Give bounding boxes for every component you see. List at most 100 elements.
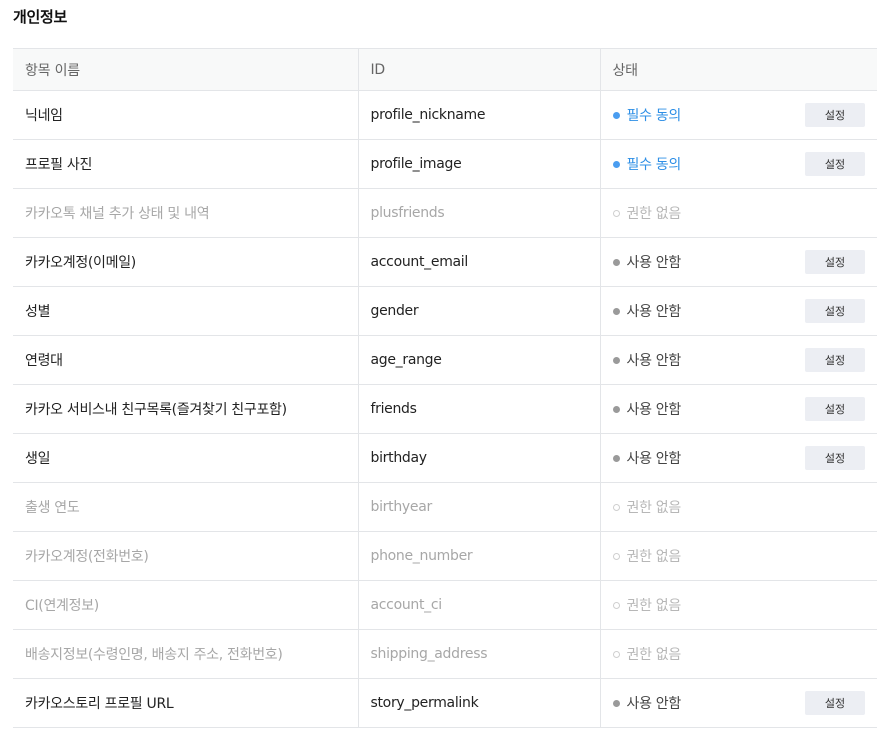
item-status-cell: 사용 안함 설정 [599,678,877,728]
status-wrap: 필수 동의 설정 [612,103,865,127]
status-dot-icon [612,405,620,413]
status-label: 사용 안함 [626,451,682,467]
setting-button[interactable]: 설정 [805,250,865,274]
status-wrap: 권한 없음 [612,203,866,223]
item-name: 출생 연도 [13,482,358,532]
status-wrap: 필수 동의 설정 [612,152,865,176]
item-status-cell: 필수 동의 설정 [599,139,877,189]
status-dot-icon [612,454,620,462]
item-status-cell: 사용 안함 설정 [599,433,877,483]
table-row: 닉네임 profile_nickname 필수 동의 설정 [13,90,877,140]
status-label: 사용 안함 [626,255,682,271]
item-id: account_email [357,237,600,287]
status-dot-icon [612,160,620,168]
empty-dot-icon [612,209,620,217]
status-label: 사용 안함 [626,696,682,712]
table-row: 프로필 사진 profile_image 필수 동의 설정 [13,139,877,189]
status-label: 권한 없음 [626,598,682,614]
column-header-status: 상태 [599,48,877,91]
setting-button[interactable]: 설정 [805,299,865,323]
status-label: 사용 안함 [626,304,682,320]
item-name: 닉네임 [13,90,358,140]
setting-button[interactable]: 설정 [805,103,865,127]
column-header-id: ID [357,48,600,91]
item-id: shipping_address [357,629,600,679]
item-name: 연령대 [13,335,358,385]
item-id: age_range [357,335,600,385]
status-label: 권한 없음 [626,647,682,663]
item-status-cell: 권한 없음 [599,629,877,679]
setting-button[interactable]: 설정 [805,152,865,176]
status-dot-icon [612,356,620,364]
table-row: 연령대 age_range 사용 안함 설정 [13,335,877,385]
item-id: account_ci [357,580,600,630]
item-name: 배송지정보(수령인명, 배송지 주소, 전화번호) [13,629,358,679]
status-badge: 사용 안함 [612,350,682,370]
setting-button[interactable]: 설정 [805,691,865,715]
empty-dot-icon [612,503,620,511]
status-dot-icon [612,307,620,315]
item-id: gender [357,286,600,336]
table-row: 출생 연도 birthyear 권한 없음 [13,482,877,532]
item-id: birthday [357,433,600,483]
item-name: 생일 [13,433,358,483]
table-row: 카카오스토리 프로필 URL story_permalink 사용 안함 설정 [13,678,877,728]
table-body: 닉네임 profile_nickname 필수 동의 설정 프로필 사진 profile_… [13,90,877,728]
item-status-cell: 권한 없음 [599,531,877,581]
status-badge: 권한 없음 [612,595,682,615]
item-name: 카카오계정(전화번호) [13,531,358,581]
status-badge: 사용 안함 [612,301,682,321]
table-row: 카카오톡 채널 추가 상태 및 내역 plusfriends 권한 없음 [13,188,877,238]
item-status-cell: 필수 동의 설정 [599,90,877,140]
setting-button[interactable]: 설정 [805,446,865,470]
status-badge: 사용 안함 [612,399,682,419]
status-dot-icon [612,111,620,119]
item-name: 카카오톡 채널 추가 상태 및 내역 [13,188,358,238]
item-id: profile_nickname [357,90,600,140]
status-badge: 필수 동의 [612,154,681,174]
status-badge: 권한 없음 [612,644,682,664]
status-label: 사용 안함 [626,402,682,418]
status-wrap: 사용 안함 설정 [612,348,865,372]
status-wrap: 사용 안함 설정 [612,691,865,715]
table-row: 카카오 서비스내 친구목록(즐겨찾기 친구포함) friends 사용 안함 설정 [13,384,877,434]
status-badge: 권한 없음 [612,497,682,517]
item-status-cell: 권한 없음 [599,580,877,630]
item-status-cell: 사용 안함 설정 [599,237,877,287]
item-status-cell: 사용 안함 설정 [599,335,877,385]
status-label: 권한 없음 [626,206,682,222]
item-id: story_permalink [357,678,600,728]
section-title: 개인정보 [13,8,68,26]
status-badge: 사용 안함 [612,252,682,272]
item-name: 성별 [13,286,358,336]
status-wrap: 권한 없음 [612,595,866,615]
setting-button[interactable]: 설정 [805,397,865,421]
item-status-cell: 권한 없음 [599,188,877,238]
table-row: 카카오계정(이메일) account_email 사용 안함 설정 [13,237,877,287]
table-row: 성별 gender 사용 안함 설정 [13,286,877,336]
status-wrap: 사용 안함 설정 [612,446,865,470]
status-label: 사용 안함 [626,353,682,369]
status-wrap: 권한 없음 [612,546,866,566]
status-badge: 필수 동의 [612,105,681,125]
item-status-cell: 권한 없음 [599,482,877,532]
empty-dot-icon [612,552,620,560]
status-badge: 권한 없음 [612,203,682,223]
status-label: 권한 없음 [626,500,682,516]
consent-items-table: 항목 이름 ID 상태 닉네임 profile_nickname 필수 동의 설정 프로… [13,48,877,728]
status-wrap: 사용 안함 설정 [612,250,865,274]
empty-dot-icon [612,650,620,658]
setting-button[interactable]: 설정 [805,348,865,372]
item-id: birthyear [357,482,600,532]
item-status-cell: 사용 안함 설정 [599,286,877,336]
status-badge: 권한 없음 [612,546,682,566]
status-badge: 사용 안함 [612,448,682,468]
status-badge: 사용 안함 [612,693,682,713]
status-label: 권한 없음 [626,549,682,565]
empty-dot-icon [612,601,620,609]
item-name: CI(연계정보) [13,580,358,630]
status-dot-icon [612,699,620,707]
table-row: 배송지정보(수령인명, 배송지 주소, 전화번호) shipping_addres… [13,629,877,679]
status-dot-icon [612,258,620,266]
item-status-cell: 사용 안함 설정 [599,384,877,434]
